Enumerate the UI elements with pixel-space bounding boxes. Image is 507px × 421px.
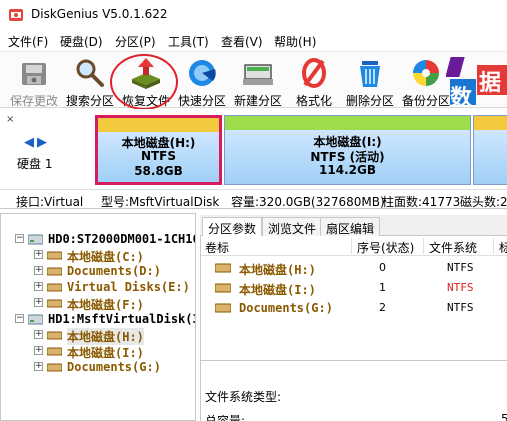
partition-icon (47, 299, 62, 308)
partition-icon (47, 251, 62, 260)
partition-icon (215, 303, 231, 313)
table-row[interactable]: Documents(G:) 2 NTFS (201, 298, 507, 318)
promo-char-2: 据 (479, 71, 502, 96)
collapse-toggle-icon[interactable]: − (15, 314, 24, 323)
new-partition-icon (243, 64, 273, 85)
title-bar: DiskGenius V5.0.1.622 (0, 0, 507, 30)
fs-type-label: 文件系统类型: (205, 390, 282, 404)
partition-icon (47, 267, 62, 276)
partition-block-i[interactable]: 本地磁盘(I:) NTFS (活动) 114.2GB (224, 115, 471, 185)
heads-info: 磁头数:2 (460, 195, 507, 209)
disk-label: 硬盘 1 (17, 157, 53, 171)
save-changes-button[interactable]: 保存更改 (6, 55, 62, 108)
expand-toggle-icon[interactable]: + (34, 330, 43, 339)
hard-disk-icon (28, 314, 43, 325)
backup-partition-icon (413, 60, 439, 86)
column-header-flag[interactable]: 标 (499, 239, 507, 256)
partition-table: 卷标 序号(状态) 文件系统 标 本地磁盘(H:) 0 NTFS 本地磁盘(I:… (200, 236, 507, 360)
menu-help[interactable]: 帮助(H) (274, 33, 316, 50)
disk-tree: − HD0:ST2000DM001-1CH16 + 本地磁盘(C:) + Doc… (0, 213, 196, 421)
total-capacity-label: 总容量: (205, 414, 246, 421)
partition-icon (215, 263, 231, 273)
partition-icon (47, 363, 62, 372)
prev-disk-arrow-icon[interactable]: ◀ (24, 135, 34, 150)
tab-partition-params[interactable]: 分区参数 (202, 217, 263, 237)
new-partition-button[interactable]: 新建分区 (230, 55, 286, 108)
window-title: DiskGenius V5.0.1.622 (31, 7, 168, 21)
magnifier-icon (76, 59, 104, 87)
tab-browse-files[interactable]: 浏览文件 (262, 217, 323, 236)
expand-toggle-icon[interactable]: + (34, 362, 43, 371)
app-icon (9, 9, 23, 21)
table-header: 卷标 序号(状态) 文件系统 标 (201, 236, 507, 256)
toolbar: 保存更改 搜索分区 恢复文件 快速分区 新建分区 格式化 删除分区 备份分区 数… (0, 51, 507, 108)
menu-file[interactable]: 文件(F) (8, 33, 48, 50)
column-header-fs[interactable]: 文件系统 (429, 239, 477, 256)
capacity-info: 容量:320.0GB(327680MB) (231, 195, 385, 209)
collapse-toggle-icon[interactable]: − (15, 234, 24, 243)
partition-icon (47, 331, 62, 340)
menu-partition[interactable]: 分区(P) (115, 33, 156, 50)
format-icon (302, 58, 326, 88)
expand-toggle-icon[interactable]: + (34, 266, 43, 275)
format-button[interactable]: 格式化 (286, 55, 342, 108)
expand-toggle-icon[interactable]: + (34, 282, 43, 291)
menu-bar: 文件(F) 硬盘(D) 分区(P) 工具(T) 查看(V) 帮助(H) (0, 30, 507, 51)
hard-disk-icon (28, 234, 43, 245)
expand-toggle-icon[interactable]: + (34, 250, 43, 259)
expand-toggle-icon[interactable]: + (34, 298, 43, 307)
promo-banner[interactable]: 数 据 (446, 55, 507, 107)
save-disk-icon (22, 63, 46, 85)
tab-sector-editor[interactable]: 扇区编辑 (320, 217, 381, 236)
search-partition-button[interactable]: 搜索分区 (62, 55, 118, 108)
column-header-label[interactable]: 卷标 (205, 239, 229, 256)
disk-map-panel: ◀ ▶ × 硬盘 1 本地磁盘(H:) NTFS 58.8GB 本地磁盘(I:)… (0, 109, 507, 187)
partition-icon (47, 283, 62, 292)
menu-disk[interactable]: 硬盘(D) (60, 33, 103, 50)
disk-info-bar: 接口:Virtual 型号:MsftVirtualDisk 容量:320.0GB… (0, 189, 507, 209)
partition-icon (215, 283, 231, 293)
model-info: 型号:MsftVirtualDisk (101, 195, 220, 209)
total-capacity-value: 5 (501, 412, 507, 421)
cylinders-info: 柱面数:41773 (382, 195, 461, 209)
partition-block-g[interactable] (473, 115, 507, 185)
table-row[interactable]: 本地磁盘(I:) 1 NTFS (201, 278, 507, 298)
delete-partition-button[interactable]: 删除分区 (342, 55, 398, 108)
menu-view[interactable]: 查看(V) (221, 33, 263, 50)
delete-partition-icon (360, 61, 380, 87)
partition-stripe (98, 118, 219, 132)
partition-block-h[interactable]: 本地磁盘(H:) NTFS 58.8GB (95, 115, 222, 185)
recover-file-button[interactable]: 恢复文件 (118, 55, 174, 108)
table-row[interactable]: 本地磁盘(H:) 0 NTFS (201, 258, 507, 278)
detail-tabs: 分区参数 浏览文件 扇区编辑 (200, 215, 507, 237)
partition-stripe (474, 116, 507, 130)
next-disk-arrow-icon[interactable]: ▶ (37, 135, 47, 150)
menu-tools[interactable]: 工具(T) (168, 33, 209, 50)
quick-partition-button[interactable]: 快速分区 (174, 55, 230, 108)
collapse-icon[interactable]: × (6, 114, 14, 125)
partition-icon (47, 347, 62, 356)
quick-partition-icon (189, 60, 216, 86)
recover-file-icon (132, 58, 160, 89)
promo-char-1: 数 (450, 86, 473, 107)
expand-toggle-icon[interactable]: + (34, 346, 43, 355)
interface-info: 接口:Virtual (16, 195, 84, 209)
column-header-index[interactable]: 序号(状态) (357, 239, 414, 256)
partition-details: 文件系统类型: 总容量: 5 (200, 360, 507, 421)
partition-stripe (225, 116, 470, 130)
